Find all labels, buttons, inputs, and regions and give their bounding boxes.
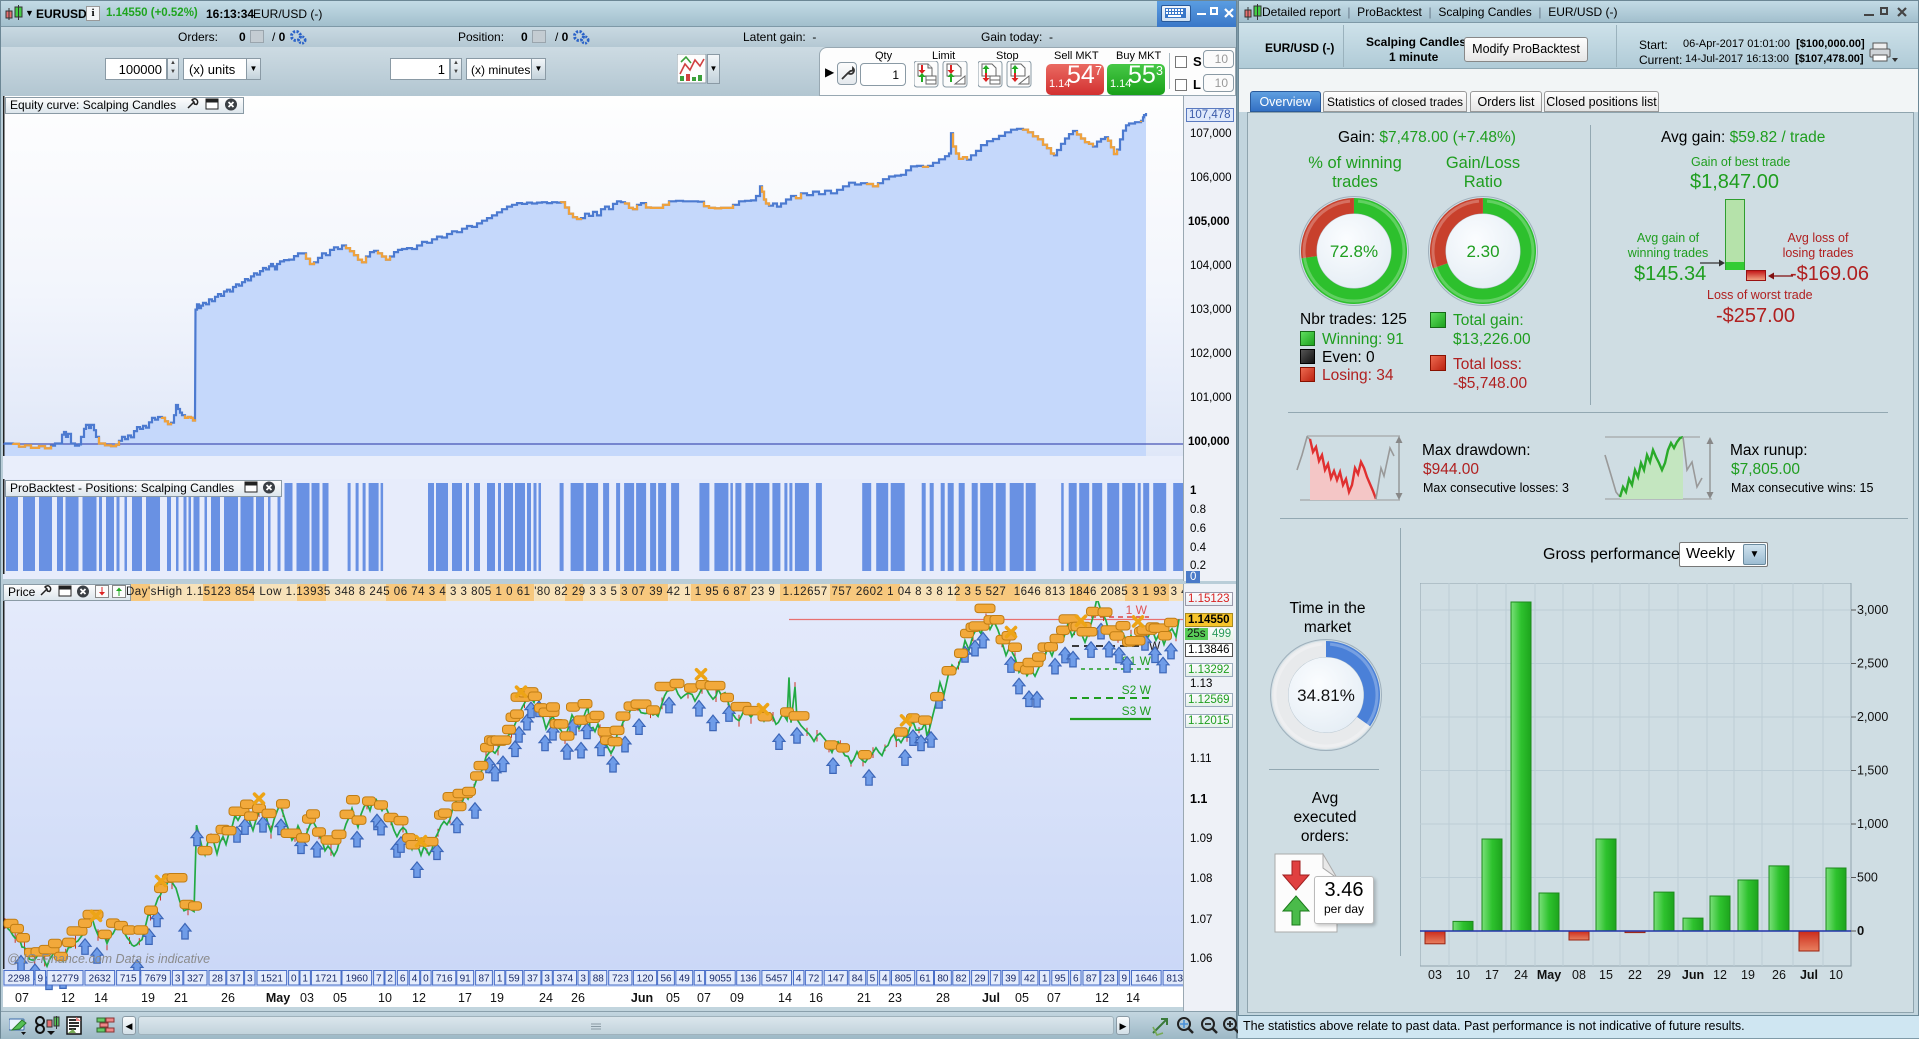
svg-text:05: 05 <box>1015 991 1029 1005</box>
svg-text:87: 87 <box>1086 974 1098 985</box>
svg-text:59: 59 <box>509 974 521 985</box>
svg-text:12: 12 <box>1095 991 1109 1005</box>
svg-text:136: 136 <box>740 974 757 985</box>
svg-text:14: 14 <box>1126 991 1140 1005</box>
svg-text:05: 05 <box>333 991 347 1005</box>
svg-text:87: 87 <box>478 974 490 985</box>
svg-text:37: 37 <box>230 974 242 985</box>
svg-text:@ IG-Finance.com Data is indic: @ IG-Finance.com Data is indicative <box>7 952 210 966</box>
svg-text:23: 23 <box>1104 974 1116 985</box>
svg-text:3: 3 <box>544 974 550 985</box>
svg-text:82: 82 <box>956 974 968 985</box>
svg-text:9: 9 <box>1122 974 1128 985</box>
svg-text:12779: 12779 <box>51 974 79 985</box>
svg-text:4: 4 <box>796 974 802 985</box>
svg-text:374: 374 <box>557 974 574 985</box>
svg-text:39: 39 <box>1005 974 1017 985</box>
svg-text:26: 26 <box>221 991 235 1005</box>
svg-text:0: 0 <box>291 974 297 985</box>
svg-text:72: 72 <box>808 974 820 985</box>
svg-text:716: 716 <box>436 974 453 985</box>
svg-text:1: 1 <box>1042 974 1048 985</box>
svg-text:95: 95 <box>1055 974 1067 985</box>
svg-text:723: 723 <box>612 974 629 985</box>
svg-text:03: 03 <box>300 991 314 1005</box>
svg-text:3: 3 <box>580 974 586 985</box>
svg-text:7679: 7679 <box>144 974 167 985</box>
svg-text:7: 7 <box>376 974 382 985</box>
svg-text:327: 327 <box>187 974 204 985</box>
svg-text:56: 56 <box>660 974 672 985</box>
svg-text:2632: 2632 <box>89 974 112 985</box>
svg-text:May: May <box>266 991 290 1005</box>
svg-text:S3 W: S3 W <box>1122 704 1152 718</box>
svg-text:88: 88 <box>593 974 605 985</box>
svg-text:17: 17 <box>458 991 472 1005</box>
svg-text:4: 4 <box>882 974 888 985</box>
svg-text:61: 61 <box>920 974 932 985</box>
svg-text:1: 1 <box>697 974 703 985</box>
svg-text:715: 715 <box>120 974 137 985</box>
svg-text:5457: 5457 <box>766 974 789 985</box>
svg-text:0: 0 <box>423 974 429 985</box>
svg-text:49: 49 <box>679 974 691 985</box>
svg-text:2298: 2298 <box>8 974 31 985</box>
svg-text:19: 19 <box>141 991 155 1005</box>
svg-text:1521: 1521 <box>261 974 284 985</box>
svg-text:9055: 9055 <box>709 974 732 985</box>
svg-text:07: 07 <box>15 991 29 1005</box>
svg-text:1: 1 <box>497 974 503 985</box>
svg-text:05: 05 <box>666 991 680 1005</box>
svg-text:5: 5 <box>870 974 876 985</box>
svg-text:7: 7 <box>993 974 999 985</box>
svg-text:24: 24 <box>539 991 553 1005</box>
svg-text:4: 4 <box>412 974 418 985</box>
svg-text:09: 09 <box>730 991 744 1005</box>
svg-text:07: 07 <box>1047 991 1061 1005</box>
svg-text:1 W: 1 W <box>1126 603 1148 617</box>
svg-text:26: 26 <box>571 991 585 1005</box>
svg-text:1646: 1646 <box>1135 974 1158 985</box>
svg-text:Jul: Jul <box>982 991 1000 1005</box>
svg-text:29: 29 <box>974 974 986 985</box>
svg-text:10: 10 <box>378 991 392 1005</box>
svg-text:Jun: Jun <box>631 991 653 1005</box>
svg-text:28: 28 <box>936 991 950 1005</box>
svg-text:23: 23 <box>888 991 902 1005</box>
svg-text:1960: 1960 <box>346 974 369 985</box>
svg-text:14: 14 <box>778 991 792 1005</box>
svg-text:813: 813 <box>1166 974 1183 985</box>
svg-text:16: 16 <box>809 991 823 1005</box>
svg-text:6: 6 <box>400 974 406 985</box>
svg-text:07: 07 <box>697 991 711 1005</box>
svg-text:120: 120 <box>637 974 654 985</box>
svg-text:1721: 1721 <box>315 974 338 985</box>
svg-text:21: 21 <box>174 991 188 1005</box>
svg-text:1: 1 <box>302 974 308 985</box>
svg-text:19: 19 <box>490 991 504 1005</box>
svg-text:805: 805 <box>895 974 912 985</box>
svg-text:S2 W: S2 W <box>1122 683 1152 697</box>
svg-text:3: 3 <box>247 974 253 985</box>
svg-text:80: 80 <box>937 974 949 985</box>
svg-text:9: 9 <box>38 974 44 985</box>
svg-text:37: 37 <box>527 974 539 985</box>
svg-text:2: 2 <box>387 974 393 985</box>
svg-text:6: 6 <box>1073 974 1079 985</box>
svg-text:84: 84 <box>852 974 864 985</box>
svg-text:91: 91 <box>460 974 472 985</box>
svg-text:3: 3 <box>175 974 181 985</box>
svg-text:12: 12 <box>61 991 75 1005</box>
svg-text:147: 147 <box>827 974 844 985</box>
svg-text:14: 14 <box>94 991 108 1005</box>
svg-text:42: 42 <box>1024 974 1036 985</box>
svg-text:12: 12 <box>412 991 426 1005</box>
svg-text:28: 28 <box>212 974 224 985</box>
svg-text:21: 21 <box>857 991 871 1005</box>
